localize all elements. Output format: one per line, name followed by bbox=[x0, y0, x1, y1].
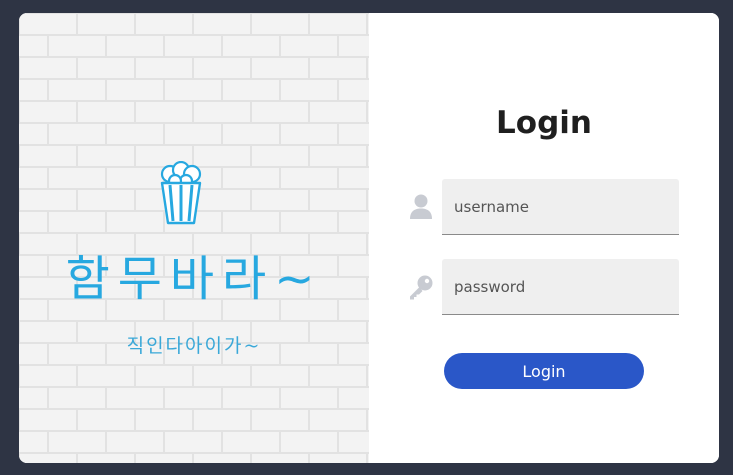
key-icon bbox=[410, 275, 433, 300]
user-icon bbox=[410, 194, 432, 219]
password-input[interactable] bbox=[442, 259, 679, 315]
login-panel: Login Login bbox=[369, 13, 719, 463]
brick-wall-background bbox=[19, 13, 369, 463]
brand-subtitle: 직인다아이가~ bbox=[126, 335, 262, 357]
brand-panel: 함무바라~ 직인다아이가~ bbox=[19, 13, 369, 463]
brand-title: 함무바라~ bbox=[65, 251, 323, 307]
login-heading: Login bbox=[496, 105, 592, 141]
password-row bbox=[407, 259, 679, 316]
login-button[interactable]: Login bbox=[444, 353, 644, 389]
login-card: 함무바라~ 직인다아이가~ Login Login bbox=[19, 13, 719, 463]
username-input[interactable] bbox=[442, 179, 679, 235]
username-row bbox=[407, 179, 679, 236]
popcorn-icon bbox=[160, 161, 202, 225]
